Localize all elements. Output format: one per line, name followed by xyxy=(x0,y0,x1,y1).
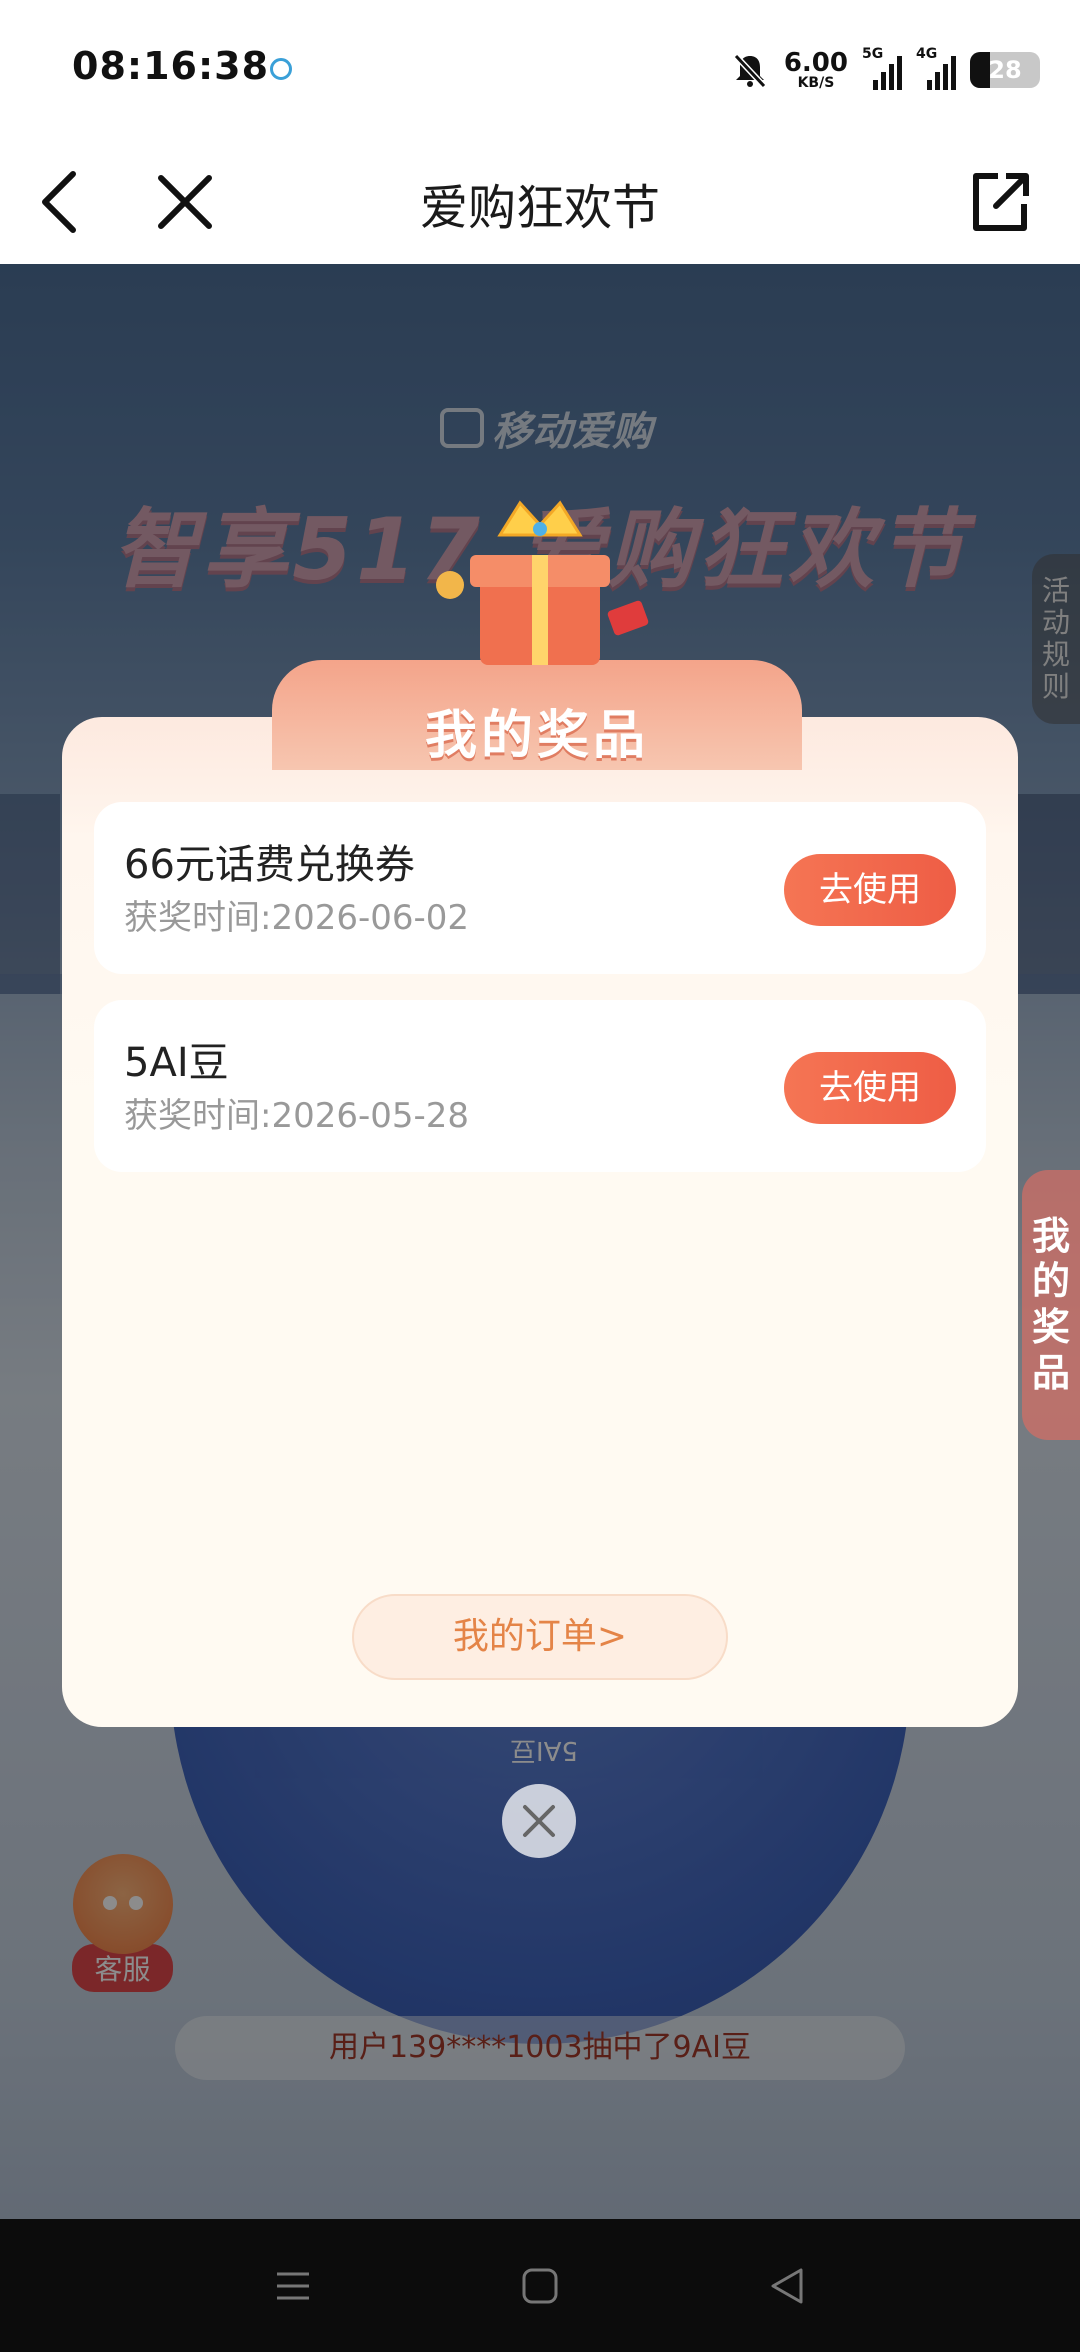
nav-bar: 爱购狂欢节 xyxy=(0,140,1080,264)
prizes-tab-char: 品 xyxy=(1031,1350,1070,1395)
prizes-tab-char: 奖 xyxy=(1031,1305,1070,1349)
net-speed-value: 6.00 xyxy=(783,48,848,78)
status-icons: 6.00 KB/S 5G 4G 28 xyxy=(730,40,1040,100)
back-nav-icon[interactable] xyxy=(767,2266,807,2306)
prize-card: 66元话费兑换券 获奖时间:2026-06-02 去使用 xyxy=(94,802,986,974)
close-icon xyxy=(523,1805,555,1837)
signal-icon: 4G xyxy=(916,46,956,90)
modal-close-button[interactable] xyxy=(502,1784,576,1858)
status-bar: 08:16:38 6.00 KB/S 5G 4G 28 xyxy=(0,0,1080,140)
status-time: 08:16:38 xyxy=(72,44,270,88)
prizes-tab-char: 我 xyxy=(1031,1213,1070,1258)
mute-bell-icon xyxy=(733,53,767,89)
battery-icon: 28 xyxy=(970,52,1040,88)
page-title: 爱购狂欢节 xyxy=(419,180,660,236)
share-button[interactable] xyxy=(960,162,1040,242)
modal-title: 我的奖品 xyxy=(424,706,649,766)
prize-time: 获奖时间:2026-05-28 xyxy=(124,1096,470,1136)
signal-icon: 5G xyxy=(862,46,902,90)
battery-level: 28 xyxy=(988,56,1022,84)
prize-name: 66元话费兑换券 xyxy=(124,842,415,888)
net-speed: 6.00 KB/S xyxy=(784,50,848,90)
carrier-icon xyxy=(270,58,292,80)
use-prize-button[interactable]: 去使用 xyxy=(784,854,956,926)
home-icon[interactable] xyxy=(520,2266,560,2306)
prizes-tab-char: 的 xyxy=(1031,1259,1070,1304)
gift-box-icon xyxy=(436,500,649,665)
system-nav-bar xyxy=(0,2219,1080,2352)
my-prizes-tab[interactable]: 我 的 奖 品 xyxy=(1022,1170,1080,1440)
menu-icon[interactable] xyxy=(273,2266,313,2306)
use-prize-button[interactable]: 去使用 xyxy=(784,1052,956,1124)
prize-time: 获奖时间:2026-06-02 xyxy=(124,898,470,938)
prize-name: 5AI豆 xyxy=(124,1040,229,1086)
net-speed-unit: KB/S xyxy=(797,75,835,91)
prize-card: 5AI豆 获奖时间:2026-05-28 去使用 xyxy=(94,1000,986,1172)
share-icon xyxy=(973,173,1029,231)
my-orders-button[interactable]: 我的订单> xyxy=(352,1594,728,1680)
